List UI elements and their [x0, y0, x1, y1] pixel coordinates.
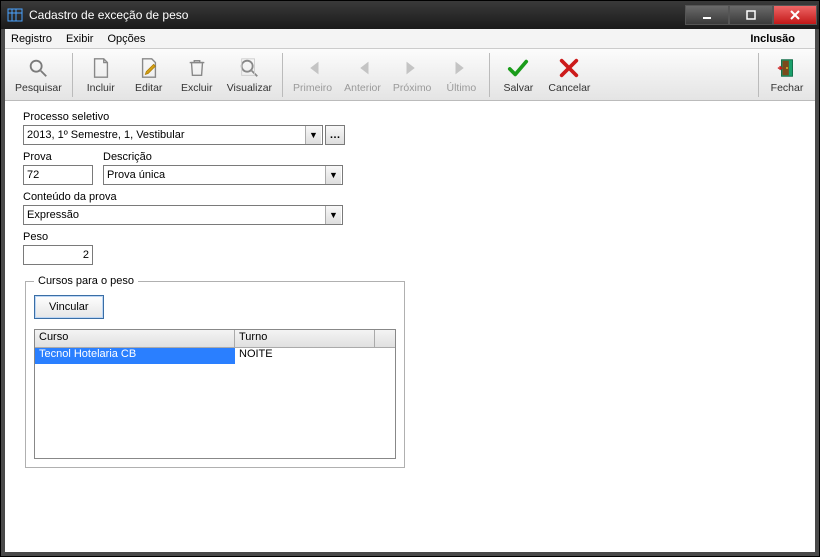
- conteudo-combo[interactable]: Expressão ▼: [23, 205, 343, 225]
- window-title: Cadastro de exceção de peso: [29, 8, 685, 22]
- descricao-label: Descrição: [103, 151, 343, 163]
- incluir-button[interactable]: Incluir: [77, 54, 125, 96]
- close-window-button[interactable]: [773, 5, 817, 25]
- maximize-button[interactable]: [729, 5, 773, 25]
- conteudo-label: Conteúdo da prova: [23, 191, 797, 203]
- check-icon: [506, 56, 530, 80]
- new-page-icon: [89, 56, 113, 80]
- mode-label: Inclusão: [750, 33, 795, 45]
- table-row[interactable]: Tecnol Hotelaria CB NOITE: [35, 348, 395, 364]
- menu-opcoes[interactable]: Opções: [107, 33, 145, 45]
- door-icon: [775, 56, 799, 80]
- next-icon: [400, 56, 424, 80]
- first-icon: [301, 56, 325, 80]
- processo-combo[interactable]: 2013, 1º Semestre, 1, Vestibular ▼: [23, 125, 323, 145]
- cancelar-button[interactable]: Cancelar: [542, 54, 596, 96]
- titlebar: Cadastro de exceção de peso: [1, 1, 819, 29]
- col-spacer: [375, 330, 393, 347]
- descricao-combo[interactable]: Prova única ▼: [103, 165, 343, 185]
- ultimo-button[interactable]: Último: [437, 54, 485, 96]
- fechar-button[interactable]: Fechar: [763, 54, 811, 96]
- chevron-down-icon: ▼: [305, 126, 321, 144]
- prova-label: Prova: [23, 151, 93, 163]
- proximo-button[interactable]: Próximo: [387, 54, 438, 96]
- app-icon: [7, 7, 23, 23]
- cursos-grid[interactable]: Curso Turno Tecnol Hotelaria CB NOITE: [34, 329, 396, 459]
- cell-curso: Tecnol Hotelaria CB: [35, 348, 235, 364]
- processo-label: Processo seletivo: [23, 111, 797, 123]
- toolbar: Pesquisar Incluir Editar Excluir: [5, 49, 815, 101]
- frame: Registro Exibir Opções Inclusão Pesquisa…: [1, 29, 819, 556]
- processo-lookup-button[interactable]: …: [325, 125, 345, 145]
- view-icon: [237, 56, 261, 80]
- anterior-button[interactable]: Anterior: [338, 54, 387, 96]
- trash-icon: [185, 56, 209, 80]
- chevron-down-icon: ▼: [325, 206, 341, 224]
- menu-registro[interactable]: Registro: [11, 33, 52, 45]
- window-controls: [685, 5, 817, 25]
- prev-icon: [351, 56, 375, 80]
- search-icon: [26, 56, 50, 80]
- cell-turno: NOITE: [235, 348, 375, 364]
- cursos-legend: Cursos para o peso: [34, 275, 138, 287]
- menubar: Registro Exibir Opções Inclusão: [5, 29, 815, 49]
- grid-header: Curso Turno: [35, 330, 395, 348]
- pesquisar-button[interactable]: Pesquisar: [9, 54, 68, 96]
- peso-label: Peso: [23, 231, 797, 243]
- x-icon: [557, 56, 581, 80]
- minimize-button[interactable]: [685, 5, 729, 25]
- salvar-button[interactable]: Salvar: [494, 54, 542, 96]
- cursos-fieldset: Cursos para o peso Vincular Curso Turno …: [25, 275, 405, 468]
- excluir-button[interactable]: Excluir: [173, 54, 221, 96]
- edit-page-icon: [137, 56, 161, 80]
- primeiro-button[interactable]: Primeiro: [287, 54, 338, 96]
- window: Cadastro de exceção de peso Registro Exi…: [0, 0, 820, 557]
- prova-input[interactable]: [23, 165, 93, 185]
- chevron-down-icon: ▼: [325, 166, 341, 184]
- vincular-button[interactable]: Vincular: [34, 295, 104, 319]
- content: Processo seletivo 2013, 1º Semestre, 1, …: [5, 101, 815, 552]
- peso-input[interactable]: [23, 245, 93, 265]
- col-turno-header[interactable]: Turno: [235, 330, 375, 347]
- editar-button[interactable]: Editar: [125, 54, 173, 96]
- last-icon: [449, 56, 473, 80]
- visualizar-button[interactable]: Visualizar: [221, 54, 278, 96]
- menu-exibir[interactable]: Exibir: [66, 33, 94, 45]
- col-curso-header[interactable]: Curso: [35, 330, 235, 347]
